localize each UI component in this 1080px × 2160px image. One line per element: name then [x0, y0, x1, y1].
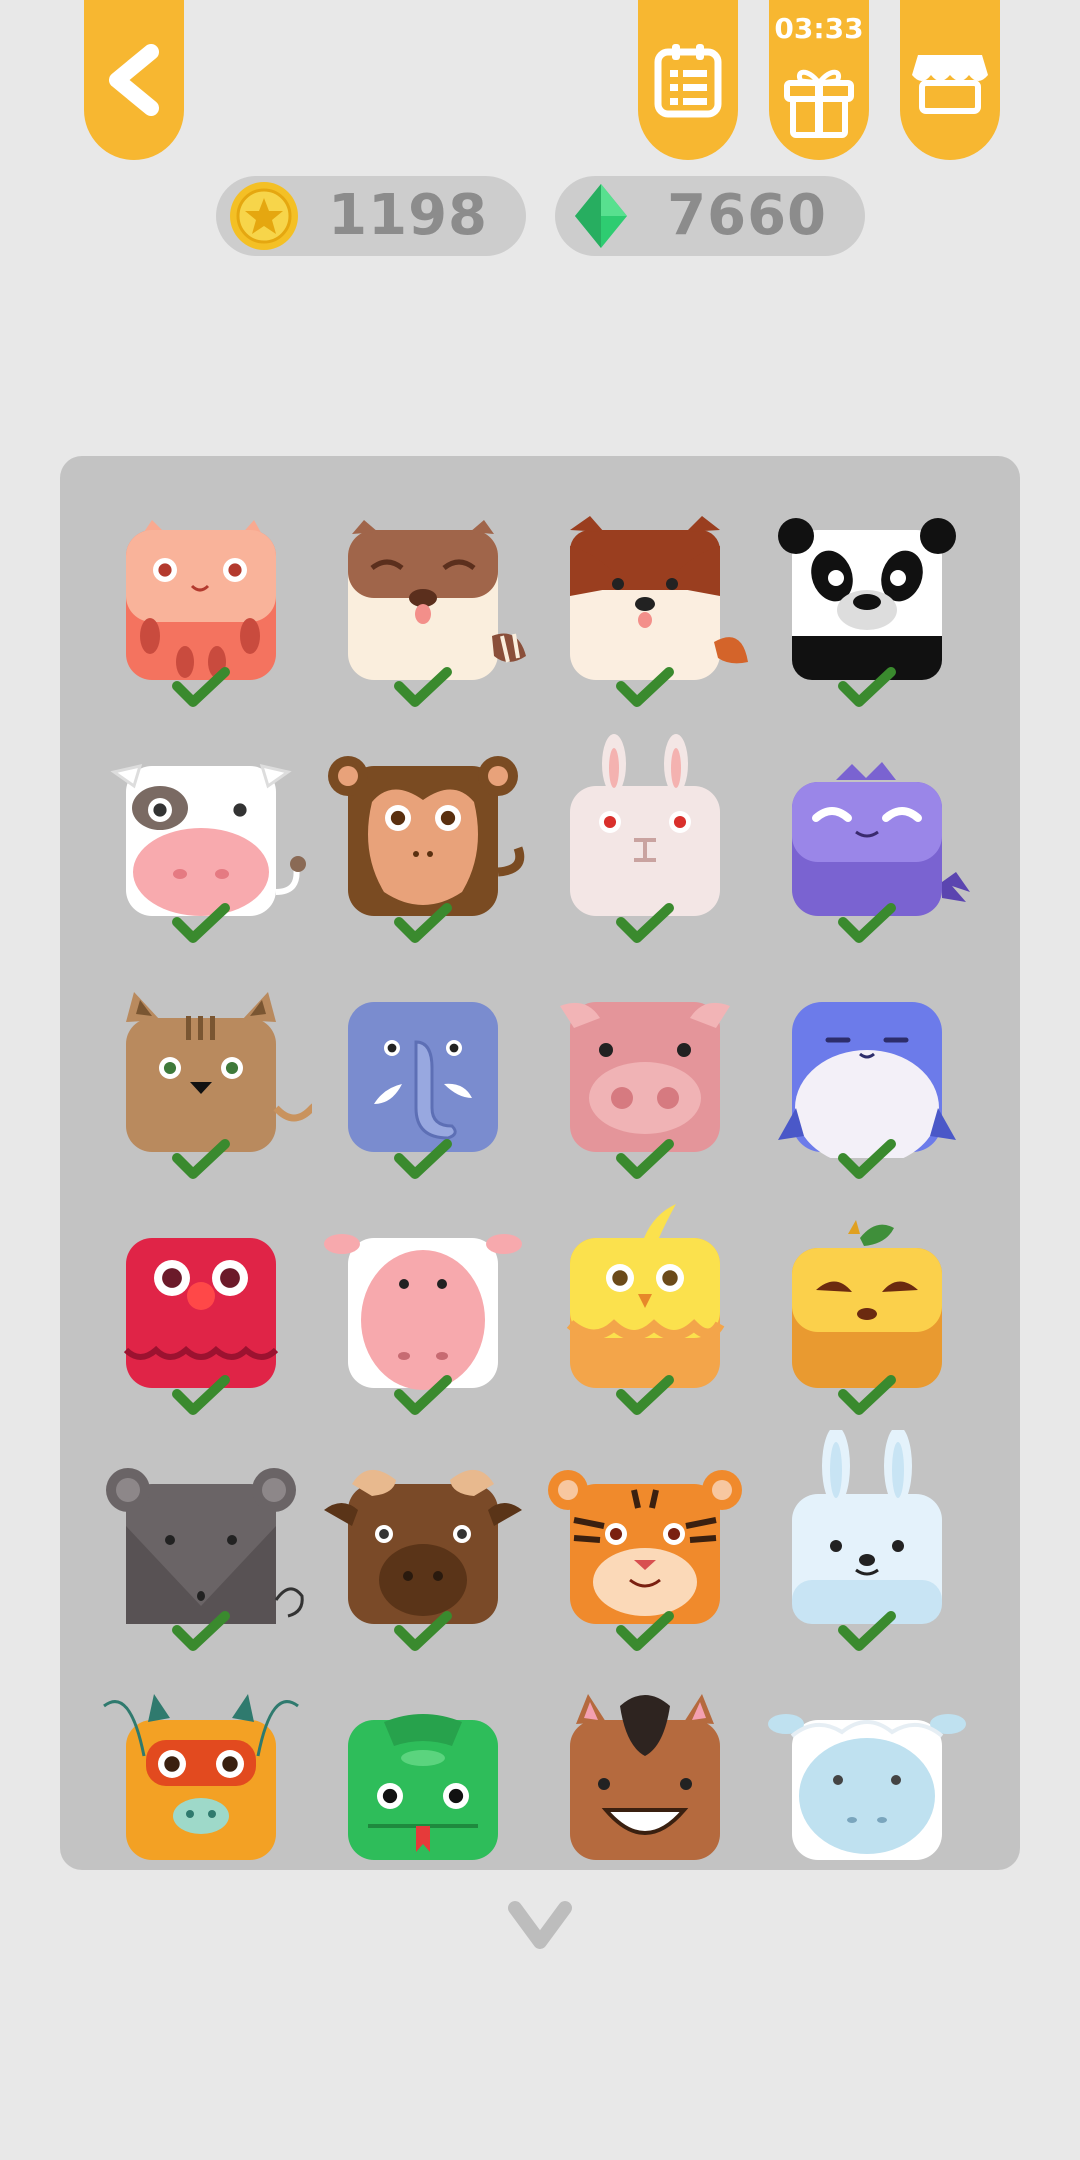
character-dragon[interactable]	[90, 1666, 312, 1902]
rabbit-white-icon	[570, 734, 720, 916]
owned-checkmark-icon	[393, 1138, 453, 1180]
owned-checkmark-icon	[615, 666, 675, 708]
panda-icon	[778, 518, 956, 680]
character-pig[interactable]	[534, 958, 756, 1194]
chevron-down-icon[interactable]	[505, 1898, 575, 1958]
snake-icon	[348, 1714, 498, 1860]
owned-checkmark-icon	[615, 902, 675, 944]
sheep-pink-icon	[324, 1234, 522, 1390]
gem-counter: 7660	[555, 176, 865, 256]
pig-icon	[560, 1002, 730, 1152]
owned-checkmark-icon	[615, 1138, 675, 1180]
cow-icon	[110, 763, 306, 916]
character-elephant[interactable]	[312, 958, 534, 1194]
character-red-bird[interactable]	[90, 1194, 312, 1430]
back-arrow-icon	[109, 44, 159, 116]
character-penguin[interactable]	[756, 958, 978, 1194]
owned-checkmark-icon	[171, 1610, 231, 1652]
character-sheep-pink[interactable]	[312, 1194, 534, 1430]
gift-button[interactable]: 03:33	[769, 0, 869, 160]
coin-counter: 1198	[216, 176, 526, 256]
goat-icon	[768, 1714, 966, 1860]
daily-tasks-icon	[654, 44, 722, 118]
owned-checkmark-icon	[837, 666, 897, 708]
back-button[interactable]	[84, 0, 184, 160]
owned-checkmark-icon	[393, 1610, 453, 1652]
dragon-icon	[103, 1694, 299, 1860]
gift-timer: 03:33	[774, 12, 864, 45]
owned-checkmark-icon	[171, 902, 231, 944]
star-coin-icon	[230, 182, 298, 250]
pumpkin-icon	[792, 1220, 942, 1388]
character-ox[interactable]	[312, 1430, 534, 1666]
character-fox[interactable]	[534, 486, 756, 722]
owned-checkmark-icon	[393, 902, 453, 944]
character-pumpkin[interactable]	[756, 1194, 978, 1430]
owned-checkmark-icon	[171, 1138, 231, 1180]
shop-icon	[912, 55, 988, 114]
character-tabby-cat[interactable]	[90, 958, 312, 1194]
character-rat[interactable]	[90, 1430, 312, 1666]
horse-icon	[570, 1694, 720, 1860]
monkey-icon	[328, 756, 525, 916]
character-rabbit-white[interactable]	[534, 722, 756, 958]
character-snow-rabbit[interactable]	[756, 1430, 978, 1666]
gem-count: 7660	[667, 183, 827, 248]
penguin-icon	[778, 1002, 956, 1158]
owned-checkmark-icon	[171, 1374, 231, 1416]
shop-button[interactable]	[900, 0, 1000, 160]
chick-icon	[566, 1204, 725, 1388]
tiger-icon	[548, 1470, 742, 1624]
character-collection-panel	[60, 456, 1020, 1870]
character-monkey[interactable]	[312, 722, 534, 958]
fox-icon	[570, 516, 748, 680]
owned-checkmark-icon	[615, 1374, 675, 1416]
red-bird-icon	[123, 1238, 279, 1388]
character-tiger[interactable]	[534, 1430, 756, 1666]
character-panda[interactable]	[756, 486, 978, 722]
character-horse[interactable]	[534, 1666, 756, 1902]
tabby-cat-icon	[126, 992, 312, 1152]
owned-checkmark-icon	[171, 666, 231, 708]
elephant-icon	[348, 1002, 498, 1152]
gift-icon	[784, 69, 854, 138]
snow-rabbit-icon	[792, 1430, 942, 1624]
raccoon-icon	[348, 520, 526, 680]
character-chick[interactable]	[534, 1194, 756, 1430]
character-cat-pink[interactable]	[90, 486, 312, 722]
owned-checkmark-icon	[837, 1610, 897, 1652]
rat-icon	[106, 1468, 304, 1624]
character-purple-dino[interactable]	[756, 722, 978, 958]
cat-pink-icon	[126, 520, 276, 680]
green-gem-icon	[575, 184, 627, 248]
character-raccoon[interactable]	[312, 486, 534, 722]
daily-tasks-button[interactable]	[638, 0, 738, 160]
owned-checkmark-icon	[837, 1138, 897, 1180]
character-snake[interactable]	[312, 1666, 534, 1902]
owned-checkmark-icon	[615, 1610, 675, 1652]
ox-icon	[324, 1469, 522, 1624]
owned-checkmark-icon	[837, 902, 897, 944]
owned-checkmark-icon	[837, 1374, 897, 1416]
owned-checkmark-icon	[393, 666, 453, 708]
character-cow[interactable]	[90, 722, 312, 958]
character-goat[interactable]	[756, 1666, 978, 1902]
coin-count: 1198	[328, 183, 488, 248]
purple-dino-icon	[792, 762, 970, 916]
owned-checkmark-icon	[393, 1374, 453, 1416]
